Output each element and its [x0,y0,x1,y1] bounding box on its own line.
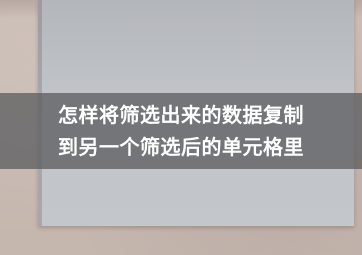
caption-line-1: 怎样将筛选出来的数据复制 [58,103,304,127]
caption-text: 怎样将筛选出来的数据复制 到另一个筛选后的单元格里 [0,93,362,169]
caption-line-2: 到另一个筛选后的单元格里 [58,135,304,159]
